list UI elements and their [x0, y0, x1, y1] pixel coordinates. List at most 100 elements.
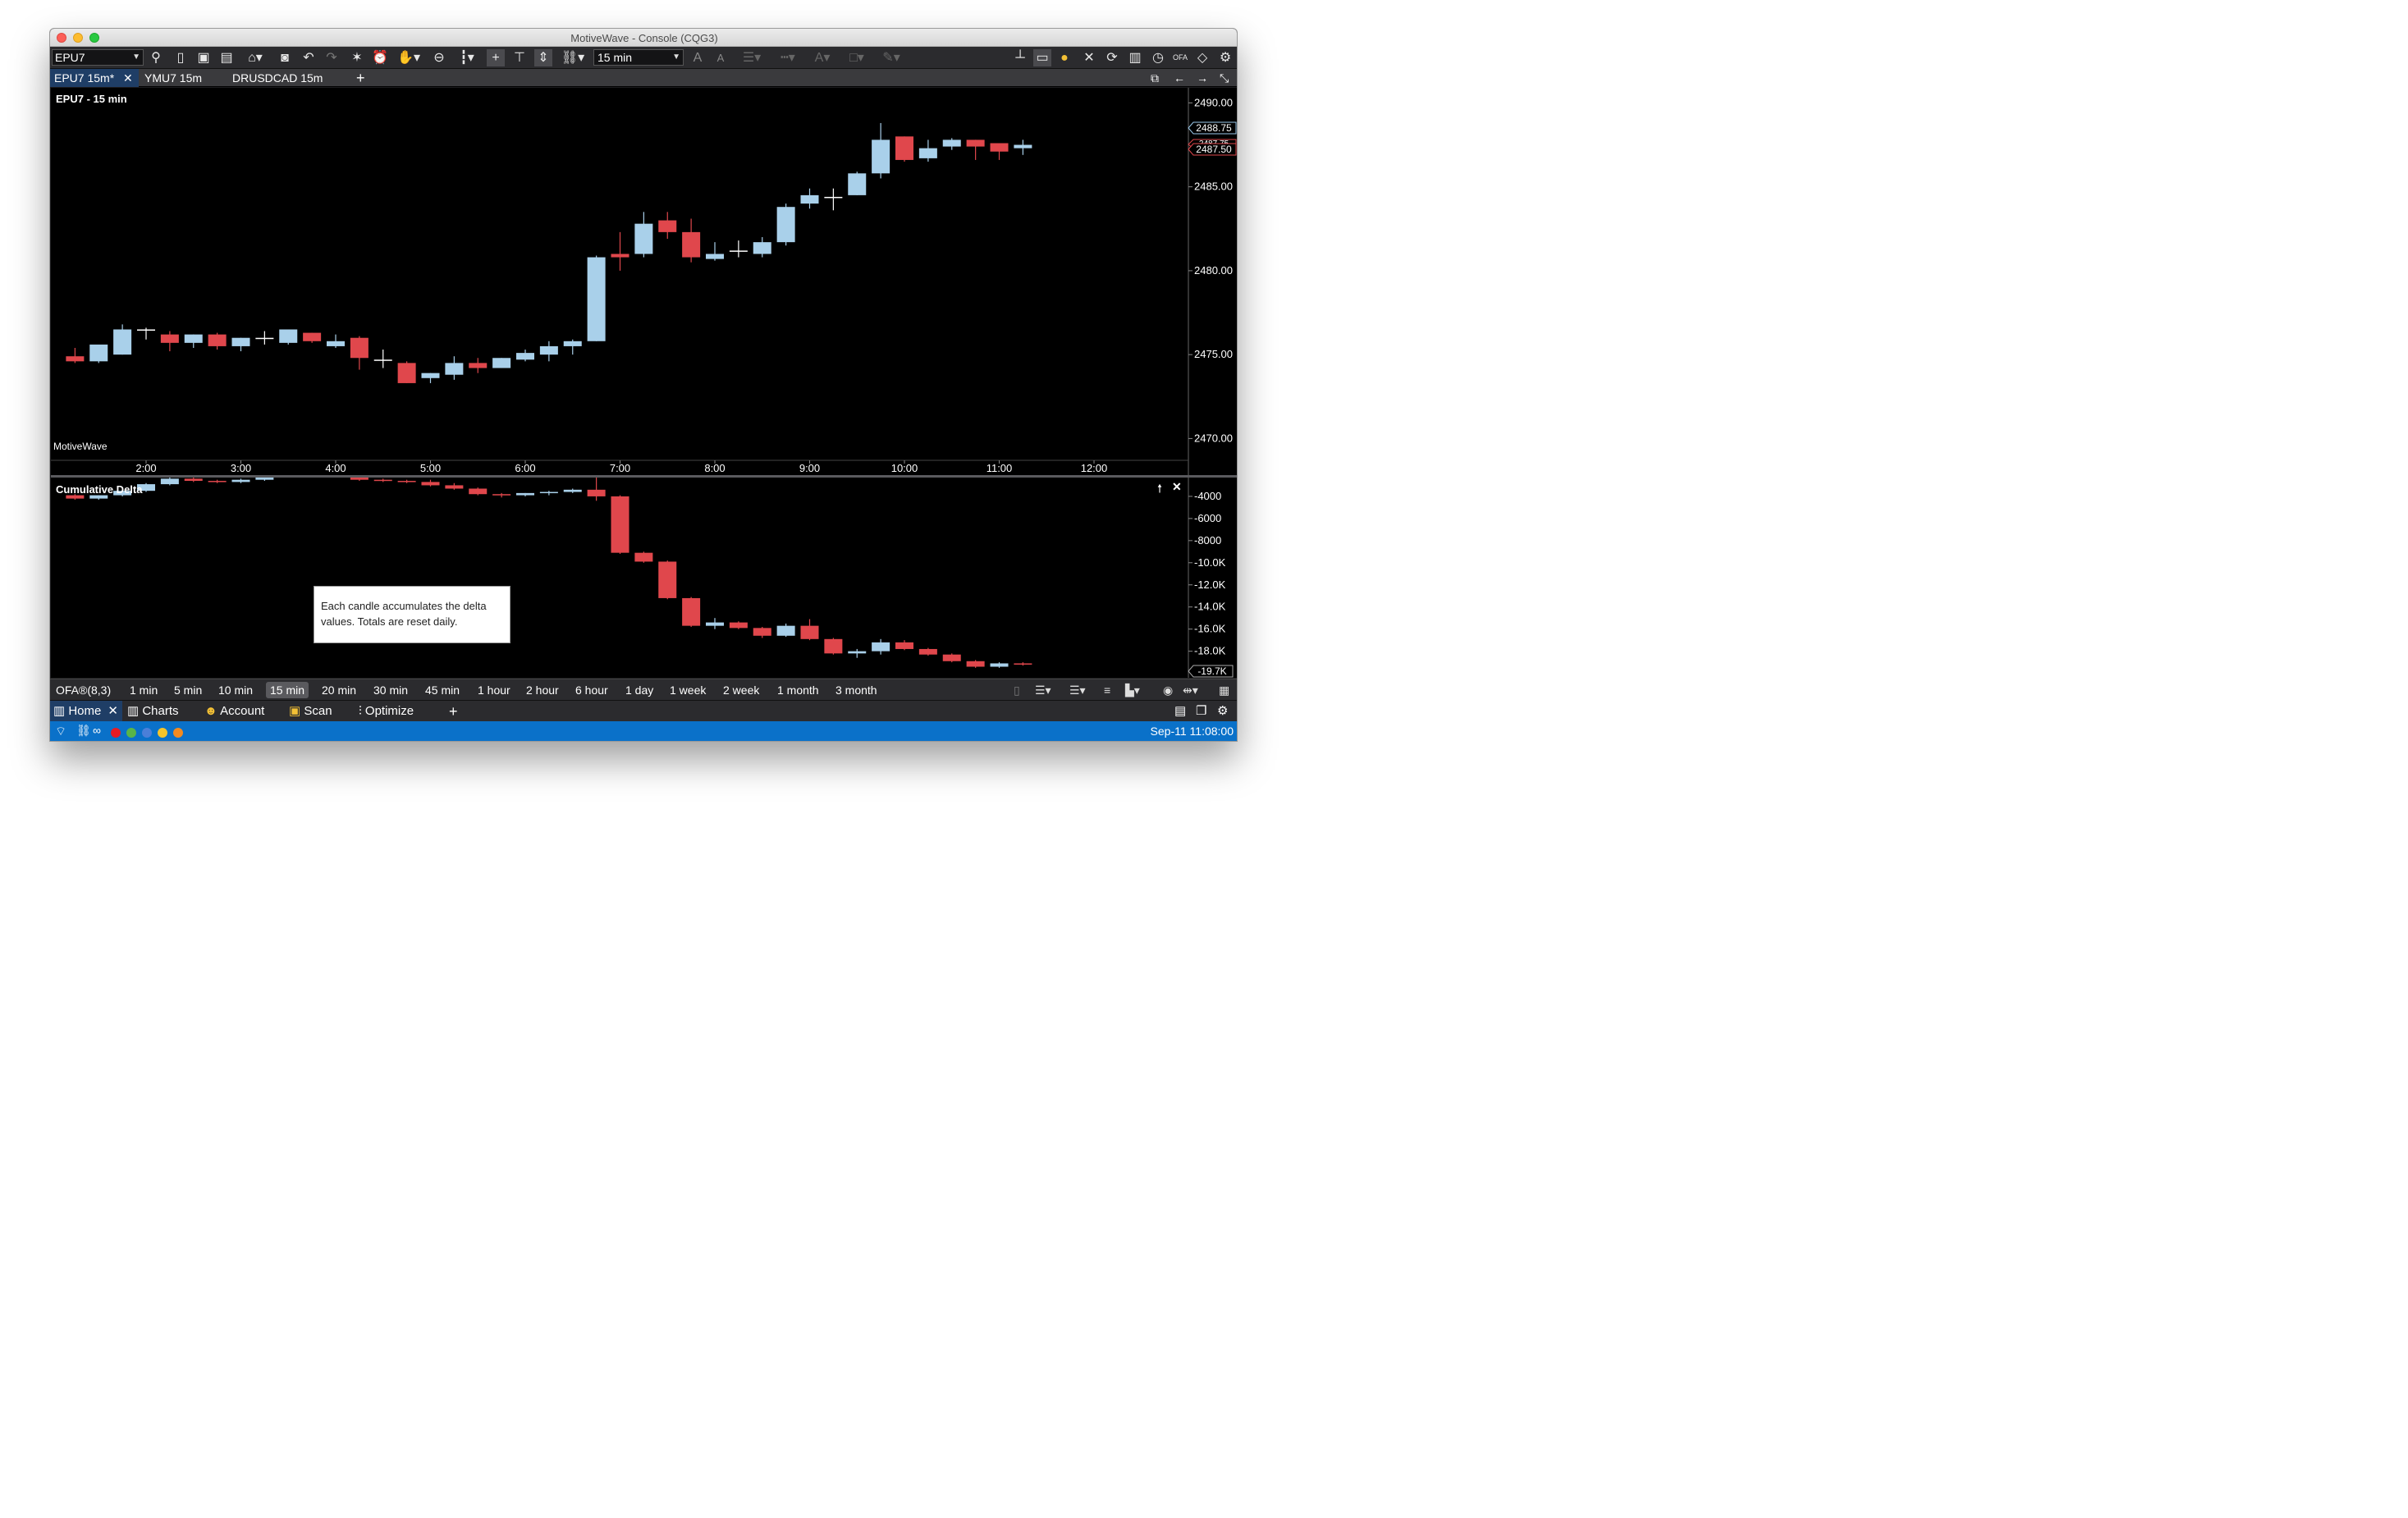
- nav-account[interactable]: ☻ Account: [201, 701, 268, 722]
- study-label[interactable]: OFA®(8,3): [52, 682, 115, 698]
- camera-icon[interactable]: ◙: [277, 49, 293, 66]
- nav-optimize[interactable]: ⫶ Optimize: [355, 701, 417, 722]
- alarm-clock-icon[interactable]: ⏰: [372, 49, 388, 66]
- auto-scale-icon[interactable]: ⇕: [534, 49, 552, 66]
- undo-icon[interactable]: ↶: [300, 49, 317, 66]
- scan-icon: ▣: [289, 704, 304, 718]
- crosshair-icon[interactable]: +: [487, 49, 505, 66]
- detach-icon[interactable]: ⧉: [1147, 69, 1163, 87]
- tf-1-week[interactable]: 1 week: [666, 682, 710, 698]
- red-status-dot-icon[interactable]: [111, 728, 121, 738]
- symbol-selector[interactable]: EPU7 ▼: [52, 49, 144, 66]
- tf-10-min[interactable]: 10 min: [214, 682, 257, 698]
- tf-45-min[interactable]: 45 min: [421, 682, 464, 698]
- tf-1-hour[interactable]: 1 hour: [474, 682, 515, 698]
- blue-status-dot-icon[interactable]: [142, 728, 152, 738]
- columns-icon[interactable]: ▥: [1127, 49, 1143, 66]
- fit-width-icon[interactable]: ⇹▾: [1183, 682, 1198, 698]
- eye-icon[interactable]: ◉: [1163, 682, 1173, 698]
- line-width-icon[interactable]: ☰▾: [738, 49, 766, 66]
- delta-chart-panel[interactable]: -4000 -6000 -8000 -10.0K -12.0K -14.0K -16.0K -…: [51, 464, 1238, 678]
- nav-scan[interactable]: ▣ Scan: [286, 701, 336, 722]
- tools-icon[interactable]: ✕: [1081, 49, 1097, 66]
- text-color-icon[interactable]: A▾: [808, 49, 836, 66]
- save-as-icon[interactable]: ▤: [219, 49, 234, 66]
- menu-lines-icon[interactable]: ≡: [1104, 682, 1110, 698]
- redo-icon[interactable]: ↷: [323, 49, 340, 66]
- nav-home[interactable]: ▥ Home ✕: [50, 701, 122, 722]
- font-smaller-icon[interactable]: A: [713, 49, 728, 66]
- tf-1-month[interactable]: 1 month: [773, 682, 823, 698]
- align-right-icon[interactable]: ☰▾: [1069, 682, 1086, 698]
- link-icon[interactable]: ⛓▾: [559, 49, 587, 66]
- tf-30-min[interactable]: 30 min: [369, 682, 412, 698]
- search-icon[interactable]: ⚲: [149, 49, 163, 66]
- fill-color-icon[interactable]: □▾: [843, 49, 871, 66]
- y-tick-label: -14.0K: [1194, 601, 1226, 613]
- tf-6-hour[interactable]: 6 hour: [571, 682, 612, 698]
- tf-1-day[interactable]: 1 day: [621, 682, 657, 698]
- candle: [753, 626, 771, 638]
- coins-icon[interactable]: ●: [1056, 49, 1073, 66]
- tf-5-min[interactable]: 5 min: [170, 682, 206, 698]
- trash-icon[interactable]: ▯: [1014, 682, 1020, 698]
- price-chart-panel[interactable]: 2490.00 2485.00 2480.00 2475.00 2470.00 2:00…: [51, 88, 1238, 475]
- move-up-icon[interactable]: 🠕: [1157, 480, 1162, 500]
- save-icon[interactable]: ▣: [196, 49, 211, 66]
- close-tab-icon[interactable]: ✕: [123, 71, 133, 85]
- green-status-dot-icon[interactable]: [126, 728, 136, 738]
- add-page-icon[interactable]: +: [446, 701, 461, 722]
- candle-body: [469, 363, 488, 368]
- candle-body: [231, 337, 250, 346]
- zoom-icon[interactable]: ⊖: [431, 49, 447, 66]
- candle-body: [942, 139, 961, 147]
- ofa-icon[interactable]: OFA: [1171, 49, 1189, 66]
- close-tab-icon[interactable]: ✕: [108, 704, 118, 718]
- tf-2-week[interactable]: 2 week: [719, 682, 763, 698]
- line-style-icon[interactable]: ┅▾: [774, 49, 802, 66]
- tf-2-hour[interactable]: 2 hour: [522, 682, 563, 698]
- study-wizard-icon[interactable]: ✶: [349, 49, 365, 66]
- arrow-right-icon[interactable]: →: [1193, 69, 1212, 87]
- copy-icon[interactable]: ❐: [1193, 701, 1210, 722]
- x-tick-label: 6:00: [515, 462, 535, 474]
- close-panel-icon[interactable]: ✕: [1172, 480, 1182, 494]
- font-larger-icon[interactable]: A: [690, 49, 705, 66]
- delta-chart[interactable]: -4000 -6000 -8000 -10.0K -12.0K -14.0K -16.0K -…: [51, 464, 1238, 678]
- timeframe-selector[interactable]: 15 min ▼: [593, 49, 684, 66]
- dom-ladder-icon[interactable]: ┴: [1012, 49, 1028, 66]
- open-folder-icon[interactable]: ⌂▾: [244, 49, 267, 66]
- tab-drusdcad[interactable]: DRUSDCAD 15m: [228, 69, 327, 87]
- tab-ymu7[interactable]: YMU7 15m: [140, 69, 206, 87]
- bar-type-icon[interactable]: ┇▾: [456, 49, 478, 66]
- yellow-status-dot-icon[interactable]: [158, 728, 167, 738]
- tag-icon[interactable]: ◇: [1194, 49, 1211, 66]
- tf-3-month[interactable]: 3 month: [831, 682, 881, 698]
- calendar-icon[interactable]: ▦: [1219, 682, 1229, 698]
- price-chart[interactable]: 2490.00 2485.00 2480.00 2475.00 2470.00 2:00…: [51, 88, 1238, 475]
- align-left-icon[interactable]: ☰▾: [1035, 682, 1051, 698]
- layout-icon[interactable]: ▤: [1171, 701, 1189, 722]
- link-alt-icon[interactable]: ∞: [93, 724, 101, 737]
- chat-icon[interactable]: ▭: [1033, 49, 1051, 66]
- tf-1-min[interactable]: 1 min: [126, 682, 162, 698]
- draw-pen-icon[interactable]: ✎▾: [877, 49, 905, 66]
- arrow-left-icon[interactable]: ←: [1170, 69, 1189, 87]
- chart-type-icon[interactable]: ▙▾: [1125, 682, 1140, 698]
- gear-icon[interactable]: ⚙: [1214, 701, 1231, 722]
- new-document-icon[interactable]: ▯: [173, 49, 188, 66]
- price-marker-icon[interactable]: ⊤: [511, 49, 528, 66]
- pan-hand-icon[interactable]: ✋▾: [396, 49, 421, 66]
- tf-20-min[interactable]: 20 min: [318, 682, 360, 698]
- collapse-icon[interactable]: ⤡: [1215, 69, 1233, 87]
- orange-status-dot-icon[interactable]: [173, 728, 183, 738]
- gear-icon[interactable]: ⚙: [1217, 49, 1234, 66]
- nav-charts[interactable]: ▥ Charts: [124, 701, 182, 722]
- candle: [113, 324, 132, 355]
- add-tab-icon[interactable]: +: [352, 69, 369, 87]
- link-icon[interactable]: ⛓: [76, 724, 91, 738]
- refresh-icon[interactable]: ⟳: [1104, 49, 1120, 66]
- tf-15-min[interactable]: 15 min: [266, 682, 309, 698]
- candle: [279, 329, 298, 345]
- history-icon[interactable]: ◷: [1150, 49, 1166, 66]
